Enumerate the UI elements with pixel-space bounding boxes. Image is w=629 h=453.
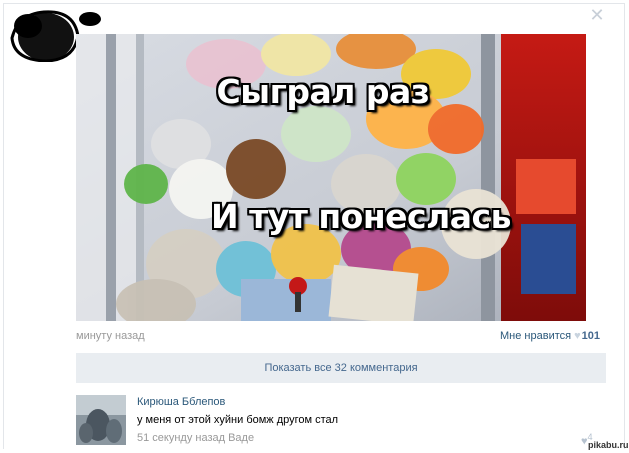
caption-top: Сыграл раз [216, 72, 430, 111]
like-button[interactable]: Мне нравится ♥101 [500, 330, 600, 342]
heart-icon: ♥ [574, 330, 581, 342]
comment-meta[interactable]: 51 секунду назад Ваде [137, 432, 254, 444]
post-time[interactable]: минуту назад [76, 330, 145, 342]
comment-avatar[interactable] [76, 395, 126, 445]
caption-bottom: И тут понеслась [211, 197, 511, 236]
comment-text: у меня от этой хуйни бомж другом стал [137, 414, 339, 426]
post-meta: минуту назад Мне нравится ♥101 [76, 330, 600, 344]
watermark: pikabu.ru [588, 440, 629, 450]
comment-author[interactable]: Кирюша Бблепов [137, 396, 225, 408]
like-count: 101 [581, 330, 600, 342]
close-icon[interactable]: ✕ [589, 6, 605, 24]
like-label: Мне нравится [500, 330, 572, 342]
post-image[interactable]: Сыграл раз И тут понеслась [76, 34, 586, 321]
show-all-comments-button[interactable]: Показать все 32 комментария [76, 353, 606, 383]
